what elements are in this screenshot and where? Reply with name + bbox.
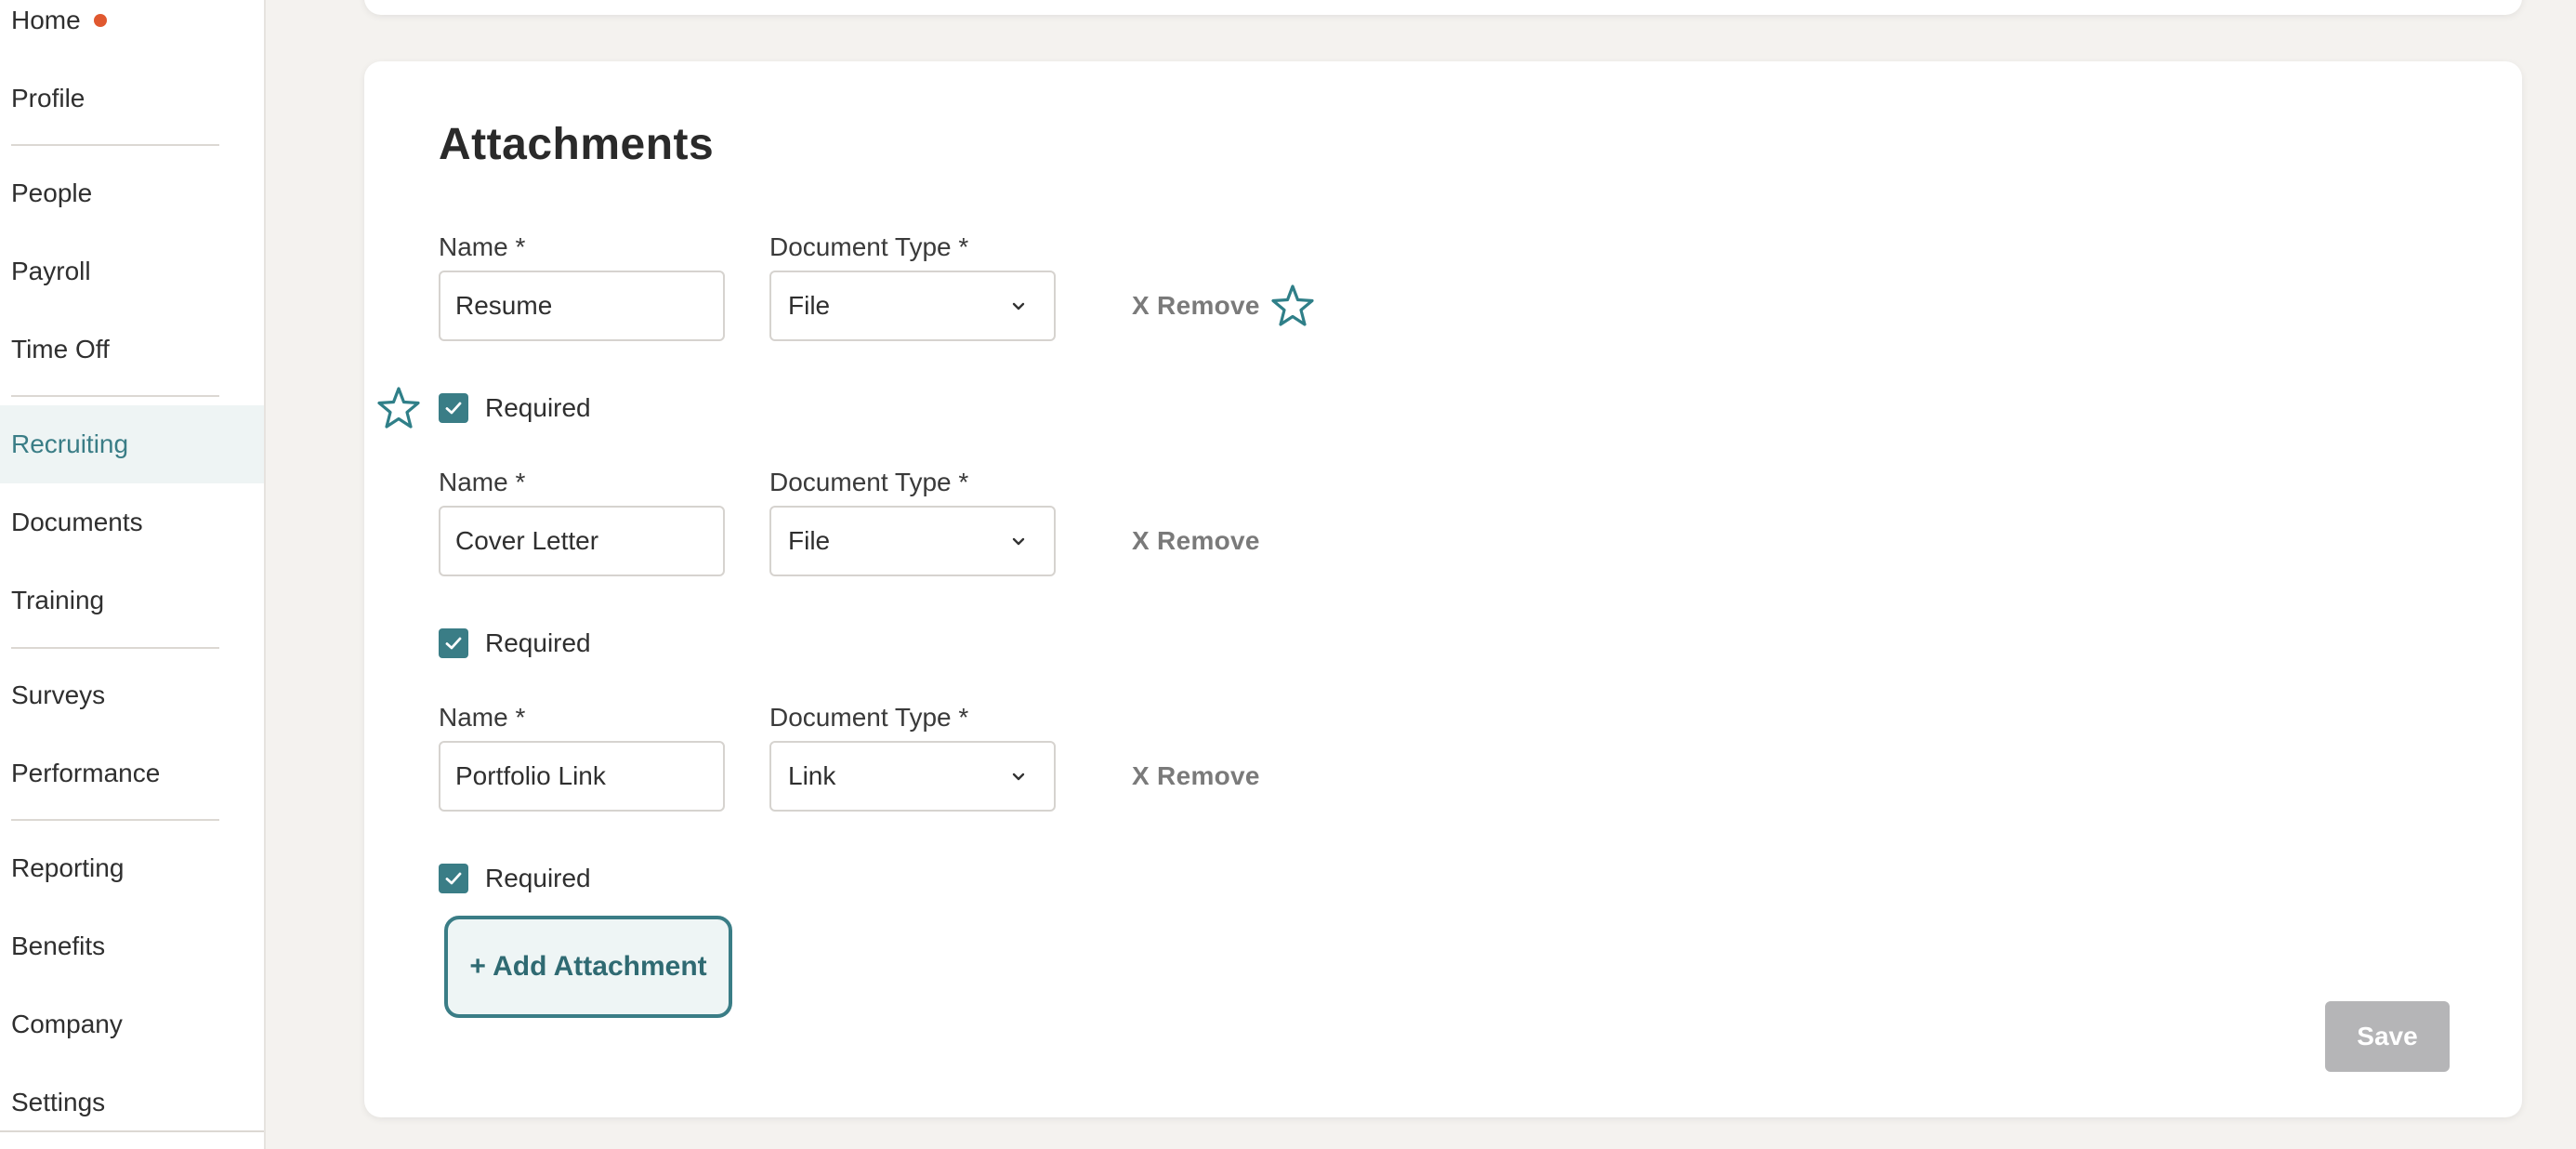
name-label: Name * (439, 468, 526, 496)
sidebar-item-performance[interactable]: Performance (0, 734, 264, 812)
name-label: Name * (439, 703, 526, 732)
remove-button[interactable]: X Remove (1132, 291, 1260, 321)
sidebar-item-company[interactable]: Company (0, 985, 264, 1063)
checkmark-icon (445, 637, 462, 650)
sidebar-item-payroll[interactable]: Payroll (0, 232, 264, 310)
document-type-value: File (788, 291, 831, 320)
sidebar-item-reporting[interactable]: Reporting (0, 829, 264, 907)
required-checkbox-row: Required (439, 863, 591, 894)
chevron-down-icon (1012, 537, 1025, 546)
sidebar-item-time-off[interactable]: Time Off (0, 310, 264, 389)
sidebar-item-label: Profile (11, 84, 85, 112)
sidebar-item-recruiting[interactable]: Recruiting (0, 405, 264, 483)
required-checkbox[interactable] (439, 393, 468, 423)
sidebar-item-label: Surveys (11, 680, 106, 709)
required-label: Required (485, 628, 591, 657)
sidebar-bottom-divider (0, 1130, 264, 1132)
add-attachment-button[interactable]: + Add Attachment (444, 916, 732, 1018)
sidebar-item-profile[interactable]: Profile (0, 59, 264, 138)
document-type-label: Document Type * (769, 232, 969, 261)
attachment-name-input[interactable] (439, 741, 725, 812)
document-type-select[interactable]: File (769, 271, 1056, 341)
required-checkbox[interactable] (439, 628, 468, 658)
checkmark-icon (445, 402, 462, 415)
document-type-select[interactable]: Link (769, 741, 1056, 812)
required-label: Required (485, 864, 591, 892)
document-type-value: File (788, 526, 831, 555)
sidebar-item-surveys[interactable]: Surveys (0, 656, 264, 734)
save-button[interactable]: Save (2325, 1001, 2450, 1072)
required-checkbox[interactable] (439, 864, 468, 893)
required-checkbox-row: Required (439, 392, 591, 424)
chevron-down-icon (1012, 773, 1025, 781)
sidebar-item-label: Documents (11, 508, 143, 536)
sidebar-item-label: Reporting (11, 853, 125, 882)
sidebar-item-training[interactable]: Training (0, 561, 264, 640)
section-title: Attachments (439, 120, 715, 169)
document-type-value: Link (788, 761, 836, 790)
sidebar-item-label: Time Off (11, 335, 110, 363)
notification-dot (93, 14, 107, 27)
star-icon (377, 387, 420, 429)
previous-section-card (364, 0, 2522, 15)
required-label: Required (485, 393, 591, 422)
checkmark-icon (445, 872, 462, 885)
sidebar-item-label: Recruiting (11, 429, 129, 458)
document-type-label: Document Type * (769, 703, 969, 732)
sidebar-item-label: Benefits (11, 931, 106, 960)
document-type-label: Document Type * (769, 468, 969, 496)
sidebar-item-people[interactable]: People (0, 154, 264, 232)
nav-divider (11, 647, 219, 649)
nav-divider (11, 395, 219, 397)
sidebar-item-label: People (11, 178, 93, 207)
star-icon (1271, 284, 1314, 326)
document-type-select[interactable]: File (769, 506, 1056, 576)
remove-button[interactable]: X Remove (1132, 761, 1260, 791)
remove-button[interactable]: X Remove (1132, 526, 1260, 556)
chevron-down-icon (1012, 302, 1025, 310)
sidebar-item-label: Home (11, 6, 81, 34)
required-checkbox-row: Required (439, 627, 591, 659)
sidebar-item-label: Payroll (11, 257, 91, 285)
sidebar-item-benefits[interactable]: Benefits (0, 907, 264, 985)
sidebar-item-home[interactable]: Home (0, 0, 264, 59)
sidebar-item-label: Settings (11, 1088, 106, 1116)
nav-divider (11, 819, 219, 821)
attachment-name-input[interactable] (439, 506, 725, 576)
attachment-name-input[interactable] (439, 271, 725, 341)
sidebar-item-label: Company (11, 1010, 123, 1038)
sidebar-item-documents[interactable]: Documents (0, 483, 264, 561)
sidebar-item-label: Training (11, 586, 105, 614)
name-label: Name * (439, 232, 526, 261)
sidebar-item-label: Performance (11, 759, 161, 787)
sidebar: Home Profile People Payroll Time Off Rec… (0, 0, 266, 1149)
nav-divider (11, 144, 219, 146)
